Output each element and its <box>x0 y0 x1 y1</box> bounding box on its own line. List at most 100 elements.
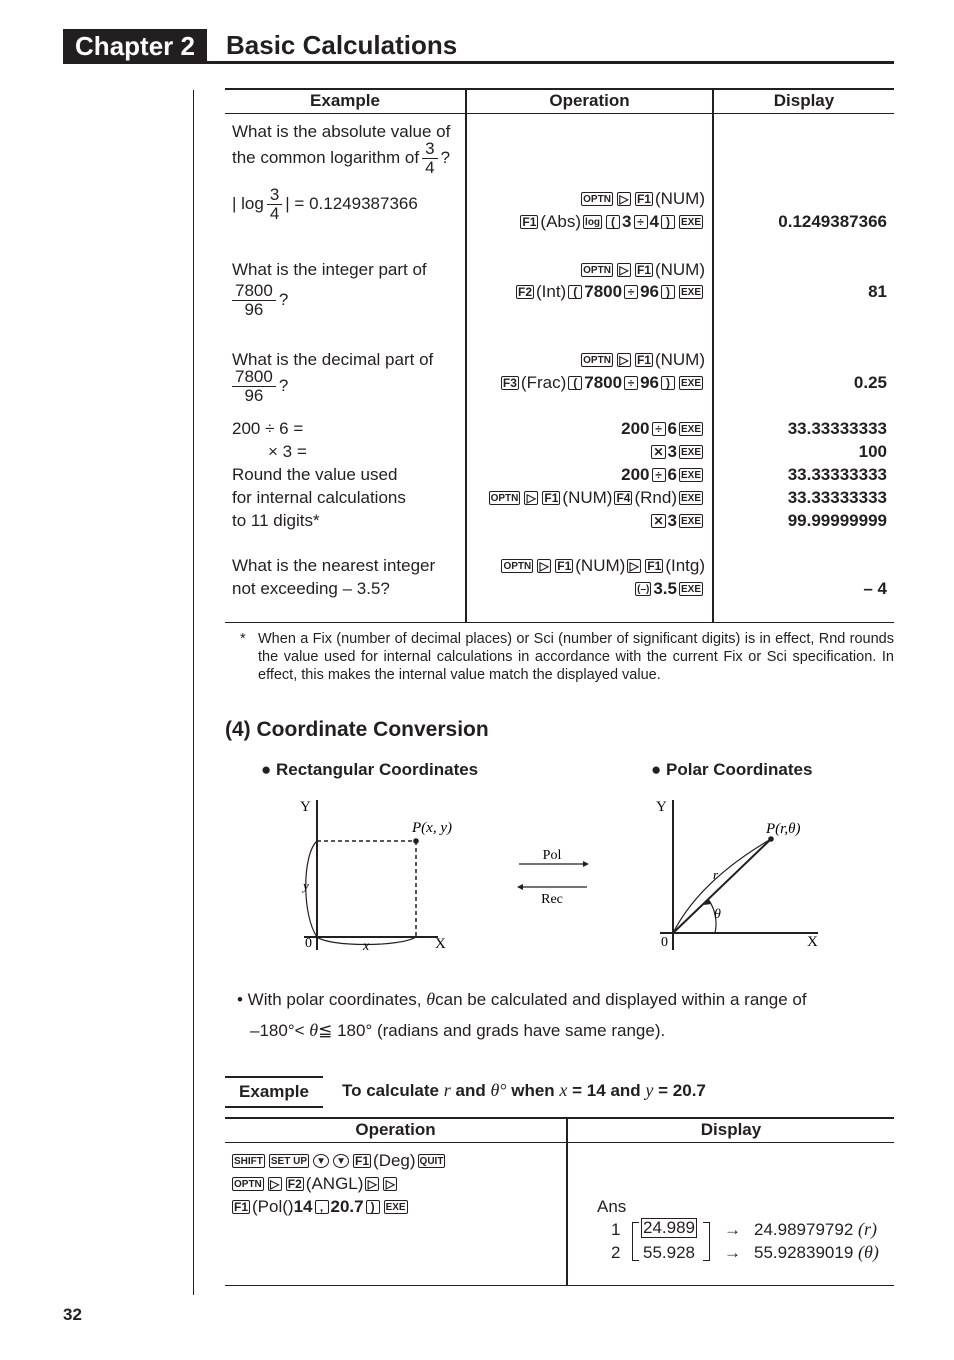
key-label: (NUM) <box>562 488 613 507</box>
operation-line: 200 ÷ 6 EXE <box>467 463 705 486</box>
example-text: What is the nearest integer <box>232 556 436 575</box>
desc-text: when <box>511 1081 555 1100</box>
numerator: 7800 <box>232 368 276 388</box>
key-label: (NUM) <box>654 260 705 279</box>
ans-label: Ans <box>597 1197 627 1216</box>
numerator: 3 <box>266 186 283 206</box>
operation-line: 200 ÷ 6 EXE <box>467 417 705 440</box>
result-r: 24.98979792 <box>754 1220 854 1239</box>
down-arrow-key-icon: ▼ <box>333 1153 350 1168</box>
example-text: the common logarithm of <box>232 148 420 167</box>
origin-label: 0 <box>305 936 312 951</box>
fraction: 7800 96 <box>232 368 276 405</box>
example-text: 200 ÷ 6 = <box>232 419 304 438</box>
operation-line: F1 (Pol()14, 20.7) EXE <box>232 1195 410 1218</box>
display-value: 81 <box>868 282 887 301</box>
numerator: 3 <box>422 140 438 160</box>
key-label: (NUM) <box>575 556 626 575</box>
pol-label: Pol <box>543 848 562 863</box>
display-value: 0.1249387366 <box>778 212 887 231</box>
f1-key-icon: F1 <box>542 490 561 505</box>
number: 3 <box>667 442 677 461</box>
right-arrow-key-icon: ▷ <box>524 490 539 505</box>
result-value: 24.98979792 (r) <box>754 1218 877 1241</box>
example-text: the common logarithm of 3 4? <box>232 138 450 178</box>
header-example: Example <box>310 91 380 110</box>
divide-key-icon: ÷ <box>651 467 666 482</box>
negative-key-icon: (–) <box>635 581 652 596</box>
display-value: 33.33333333 <box>787 465 887 484</box>
fraction: 34 <box>266 186 283 224</box>
rect-heading: ● Rectangular Coordinates <box>261 760 479 779</box>
example-description: To calculate r and θ° when x = 14 and y … <box>342 1080 706 1101</box>
key-label: (Intg) <box>665 556 705 575</box>
f3-key-icon: F3 <box>500 375 519 390</box>
f1-key-icon: F1 <box>634 191 653 206</box>
chapter-title: Basic Calculations <box>226 30 458 60</box>
operation-line: OPTN ▷ F1 (NUM) F4 (Rnd) EXE <box>467 486 705 509</box>
matrix-bracket-right <box>703 1222 710 1261</box>
question-mark: ? <box>278 376 289 395</box>
matrix-bracket-left <box>632 1222 639 1261</box>
key-label: (Abs) <box>540 212 582 231</box>
right-arrow-key-icon: ▷ <box>616 191 631 206</box>
margin-rule <box>193 90 194 1295</box>
rectangular-diagram: Y X 0 P(x, y) y x <box>300 799 452 954</box>
right-arrow-key-icon: ▷ <box>627 558 642 573</box>
denominator: 4 <box>269 204 280 224</box>
desc-text: and <box>455 1081 486 1100</box>
close-paren-key-icon: ) <box>365 1199 380 1214</box>
right-arrow-key-icon: ▷ <box>267 1176 282 1191</box>
divide-key-icon: ÷ <box>624 375 639 390</box>
table-bottom-rule <box>225 622 894 623</box>
log-key-icon: log <box>583 214 603 229</box>
example-text: to 11 digits* <box>232 511 320 530</box>
number: 7800 <box>584 282 623 301</box>
formula: | log 3 4 | = 0.1249387366 <box>232 184 418 224</box>
y-axis-label: Y <box>300 799 311 815</box>
question-mark: ? <box>440 148 451 167</box>
open-paren-key-icon: ( <box>568 284 583 299</box>
var-r: r <box>443 1080 451 1100</box>
theta-symbol: θ <box>426 989 436 1009</box>
footnote-text: When a Fix (number of decimal places) or… <box>258 631 894 683</box>
page-number: 32 <box>63 1305 82 1324</box>
comma-key-icon: , <box>314 1199 329 1214</box>
y-length-label: y <box>301 878 309 893</box>
number: 96 <box>640 282 659 301</box>
result-value: 55.92839019 (θ) <box>754 1241 879 1264</box>
example-text: not exceeding – 3.5? <box>232 579 390 598</box>
right-arrow-key-icon: ▷ <box>537 558 552 573</box>
operation-line: OPTN ▷ F1 (NUM) <box>467 348 705 371</box>
key-label: (NUM) <box>654 189 705 208</box>
example-text: What is the integer part of <box>232 260 427 279</box>
radius-line <box>672 838 772 934</box>
rec-arrowhead-icon <box>517 884 523 890</box>
number: 4 <box>649 212 659 231</box>
number: 3.5 <box>653 579 677 598</box>
right-arrow-key-icon: ▷ <box>616 352 631 367</box>
number: 20.7 <box>330 1197 364 1216</box>
note-text: ≦ 180° (radians and grads have same rang… <box>318 1021 666 1040</box>
divide-key-icon: ÷ <box>633 214 648 229</box>
conversion-arrows: Pol Rec <box>517 848 589 907</box>
r-label: r <box>713 867 719 882</box>
note-text: • With polar coordinates, <box>237 990 422 1009</box>
key-label: (NUM) <box>654 350 705 369</box>
table-column-divider <box>566 1117 568 1285</box>
polar-diagram: Y X 0 P(r,θ) r θ <box>656 799 818 950</box>
operation-line: (–) 3.5 EXE <box>467 577 705 600</box>
note-text: –180°< <box>250 1021 305 1040</box>
exe-key-icon: EXE <box>678 284 703 299</box>
optn-key-icon: OPTN <box>581 352 613 367</box>
f2-key-icon: F2 <box>515 284 534 299</box>
header-display: Display <box>773 91 835 110</box>
operation-line: F3 (Frac)(7800 ÷ 96) EXE <box>467 371 705 394</box>
close-paren-key-icon: ) <box>660 214 675 229</box>
example-text: × 3 = <box>268 442 307 461</box>
table-column-divider <box>712 88 714 622</box>
denominator: 4 <box>425 158 435 178</box>
key-label: (Rnd) <box>634 488 677 507</box>
exe-key-icon: EXE <box>678 421 703 436</box>
display-value: – 4 <box>863 579 887 598</box>
